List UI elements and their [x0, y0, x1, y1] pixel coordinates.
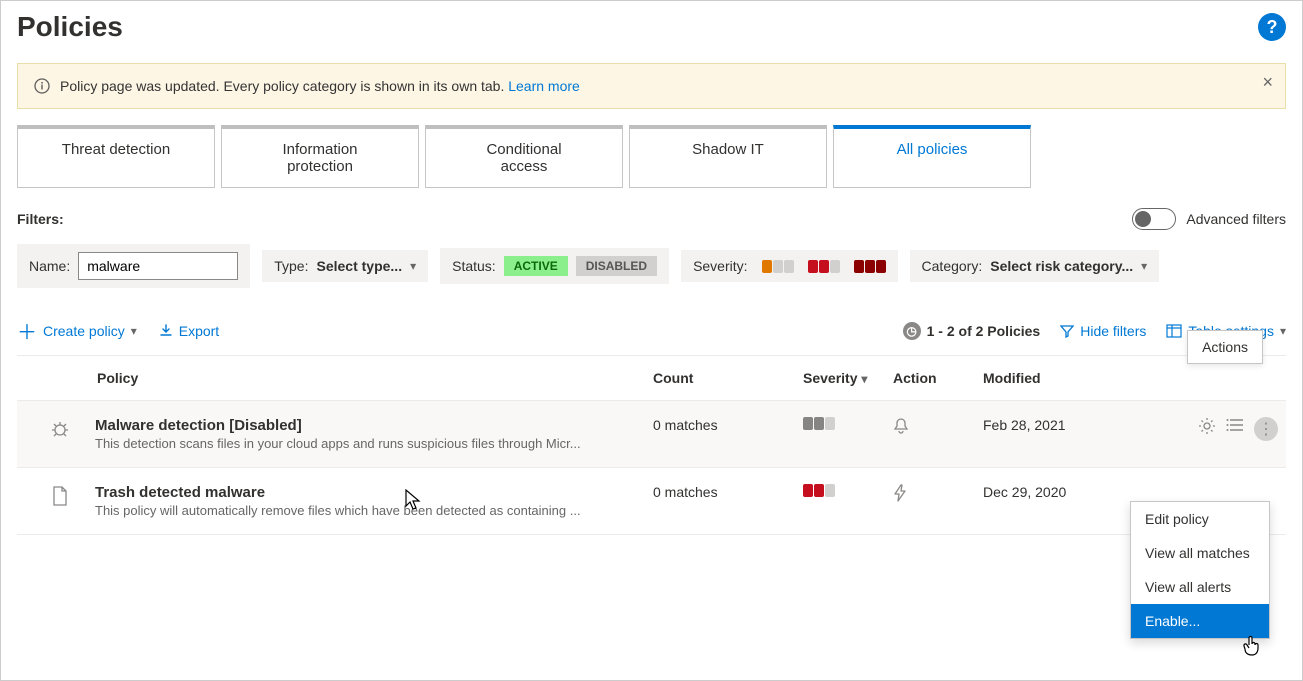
tab-conditional-access[interactable]: Conditional access [425, 125, 623, 188]
menu-enable[interactable]: Enable... [1131, 604, 1269, 638]
policy-name: Trash detected malware [95, 484, 653, 501]
filter-type-value: Select type... [316, 258, 402, 274]
policy-desc: This detection scans files in your cloud… [95, 436, 653, 451]
chevron-down-icon: ▾ [1141, 259, 1147, 273]
status-disabled-chip[interactable]: DISABLED [576, 256, 657, 276]
context-menu: Edit policy View all matches View all al… [1130, 501, 1270, 639]
tab-threat-detection[interactable]: Threat detection [17, 125, 215, 188]
chevron-down-icon: ▾ [131, 324, 137, 338]
filter-status-label: Status: [452, 258, 496, 274]
severity-high-icon[interactable] [854, 260, 886, 273]
filter-severity-label: Severity: [693, 258, 747, 274]
result-count: ◷ 1 - 2 of 2 Policies [903, 322, 1041, 340]
file-icon [25, 484, 95, 506]
status-active-chip[interactable]: ACTIVE [504, 256, 568, 276]
list-icon[interactable] [1226, 417, 1244, 441]
filter-category[interactable]: Category: Select risk category... ▾ [910, 250, 1160, 282]
bell-icon [893, 417, 983, 435]
bug-icon [25, 417, 95, 439]
policies-table: Policy Count Severity ▾ Action Modified … [17, 356, 1286, 535]
filter-name-label: Name: [29, 258, 70, 274]
hide-filters-button[interactable]: Hide filters [1060, 323, 1146, 339]
col-actions: Actions [1187, 330, 1263, 364]
filter-type-label: Type: [274, 258, 308, 274]
policy-count: 0 matches [653, 417, 803, 433]
filter-icon [1060, 324, 1074, 338]
col-modified[interactable]: Modified [983, 370, 1183, 386]
menu-edit-policy[interactable]: Edit policy [1131, 502, 1269, 536]
tab-shadow-it[interactable]: Shadow IT [629, 125, 827, 188]
lightning-icon [893, 484, 983, 502]
export-button[interactable]: Export [159, 323, 219, 339]
help-button[interactable]: ? [1258, 13, 1286, 41]
policy-count: 0 matches [653, 484, 803, 500]
chevron-down-icon: ▾ [861, 372, 867, 386]
policy-modified: Feb 28, 2021 [983, 417, 1183, 433]
count-icon: ◷ [903, 322, 921, 340]
policy-modified: Dec 29, 2020 [983, 484, 1183, 500]
menu-view-alerts[interactable]: View all alerts [1131, 570, 1269, 604]
col-action[interactable]: Action [893, 370, 983, 386]
chevron-down-icon: ▾ [410, 259, 416, 273]
filter-category-value: Select risk category... [990, 258, 1133, 274]
chevron-down-icon: ▾ [1280, 324, 1286, 338]
learn-more-link[interactable]: Learn more [508, 78, 580, 94]
advanced-filters-label: Advanced filters [1186, 211, 1286, 227]
severity-low-icon[interactable] [762, 260, 794, 273]
table-row[interactable]: Malware detection [Disabled] This detect… [17, 401, 1286, 468]
more-icon[interactable]: ⋮ [1254, 417, 1278, 441]
info-icon [34, 78, 50, 94]
col-count[interactable]: Count [653, 370, 803, 386]
download-icon [159, 324, 173, 338]
info-banner: Policy page was updated. Every policy ca… [17, 63, 1286, 109]
filter-type[interactable]: Type: Select type... ▾ [262, 250, 428, 282]
col-policy[interactable]: Policy [95, 370, 653, 386]
severity-medium-icon[interactable] [808, 260, 840, 273]
page-title: Policies [17, 11, 123, 43]
col-severity[interactable]: Severity ▾ [803, 370, 893, 386]
policy-severity [803, 484, 893, 497]
policy-name: Malware detection [Disabled] [95, 417, 653, 434]
filter-name: Name: [17, 244, 250, 288]
policy-desc: This policy will automatically remove fi… [95, 503, 653, 518]
tab-information-protection[interactable]: Information protection [221, 125, 419, 188]
create-policy-button[interactable]: ＋ Create policy ▾ [17, 316, 137, 345]
banner-text: Policy page was updated. Every policy ca… [60, 78, 508, 94]
tabs: Threat detection Information protection … [17, 125, 1286, 188]
filter-severity: Severity: [681, 250, 897, 282]
tab-all-policies[interactable]: All policies [833, 125, 1031, 188]
filter-status: Status: ACTIVE DISABLED [440, 248, 669, 284]
filter-category-label: Category: [922, 258, 983, 274]
policy-severity [803, 417, 893, 430]
advanced-filters-toggle[interactable] [1132, 208, 1176, 230]
close-icon[interactable]: × [1262, 72, 1273, 93]
plus-icon: ＋ [17, 316, 37, 345]
menu-view-matches[interactable]: View all matches [1131, 536, 1269, 570]
table-icon [1166, 324, 1182, 338]
filters-label: Filters: [17, 211, 64, 227]
filter-name-input[interactable] [78, 252, 238, 280]
table-row[interactable]: Trash detected malware This policy will … [17, 468, 1286, 535]
gear-icon[interactable] [1198, 417, 1216, 441]
